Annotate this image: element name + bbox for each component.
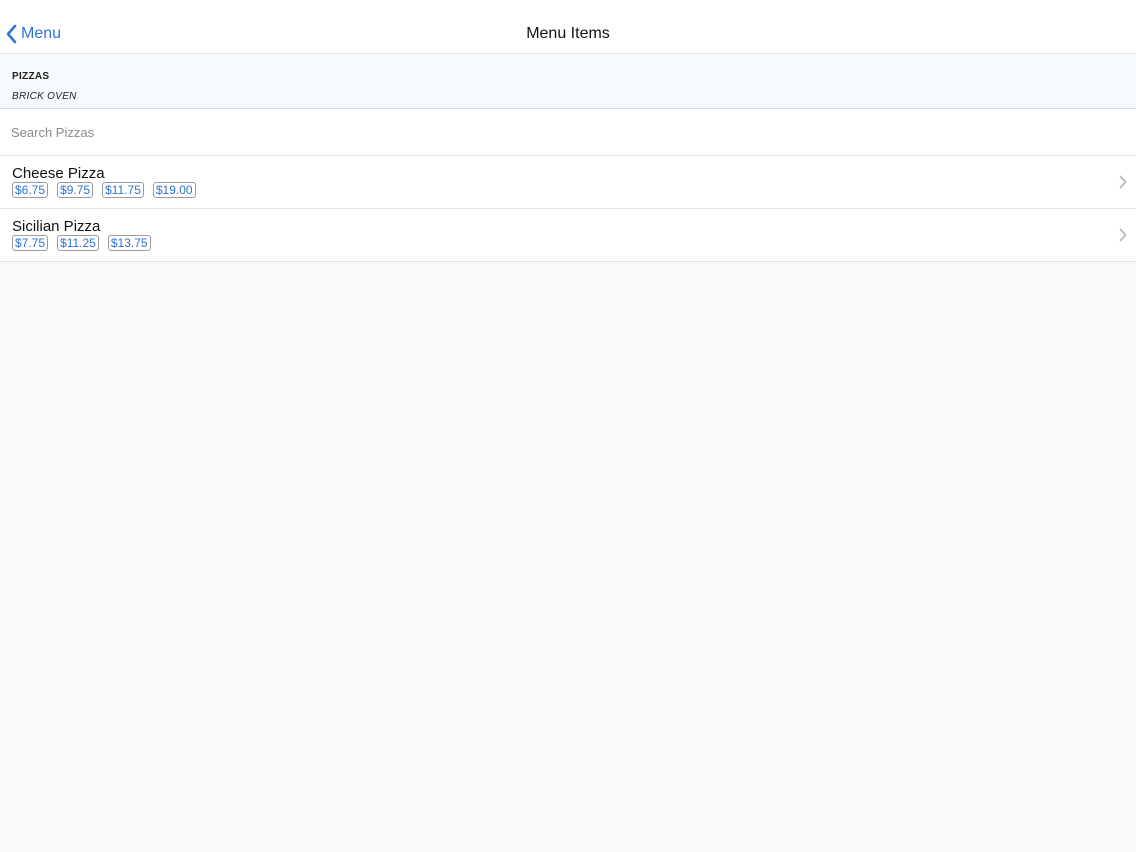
item-name: Sicilian Pizza (12, 218, 101, 235)
price-tag: $13.75 (107, 235, 151, 251)
item-name: Cheese Pizza (12, 165, 105, 182)
list-item[interactable]: Sicilian Pizza $7.75 $11.25 $13.75 (0, 209, 1136, 262)
price-list: $7.75 $11.25 $13.75 (12, 235, 151, 251)
price-tag: $7.75 (12, 235, 49, 251)
section-title: PIZZAS (12, 71, 50, 82)
price-tag: $11.25 (57, 235, 99, 251)
section-header: PIZZAS BRICK OVEN (0, 54, 1136, 109)
price-tag: $19.00 (152, 182, 196, 198)
menu-item-list: Cheese Pizza $6.75 $9.75 $11.75 $19.00 S… (0, 156, 1136, 262)
chevron-right-icon (1119, 175, 1127, 189)
price-tag: $11.75 (102, 182, 144, 198)
navigation-bar: Menu Menu Items (0, 0, 1136, 54)
section-subtitle: BRICK OVEN (12, 91, 77, 102)
page-title: Menu Items (526, 25, 610, 42)
price-list: $6.75 $9.75 $11.75 $19.00 (12, 182, 196, 198)
search-bar (0, 109, 1136, 156)
chevron-right-icon (1119, 228, 1127, 242)
list-item[interactable]: Cheese Pizza $6.75 $9.75 $11.75 $19.00 (0, 156, 1136, 209)
price-tag: $9.75 (57, 182, 94, 198)
price-tag: $6.75 (12, 182, 49, 198)
search-input[interactable] (11, 120, 1121, 144)
